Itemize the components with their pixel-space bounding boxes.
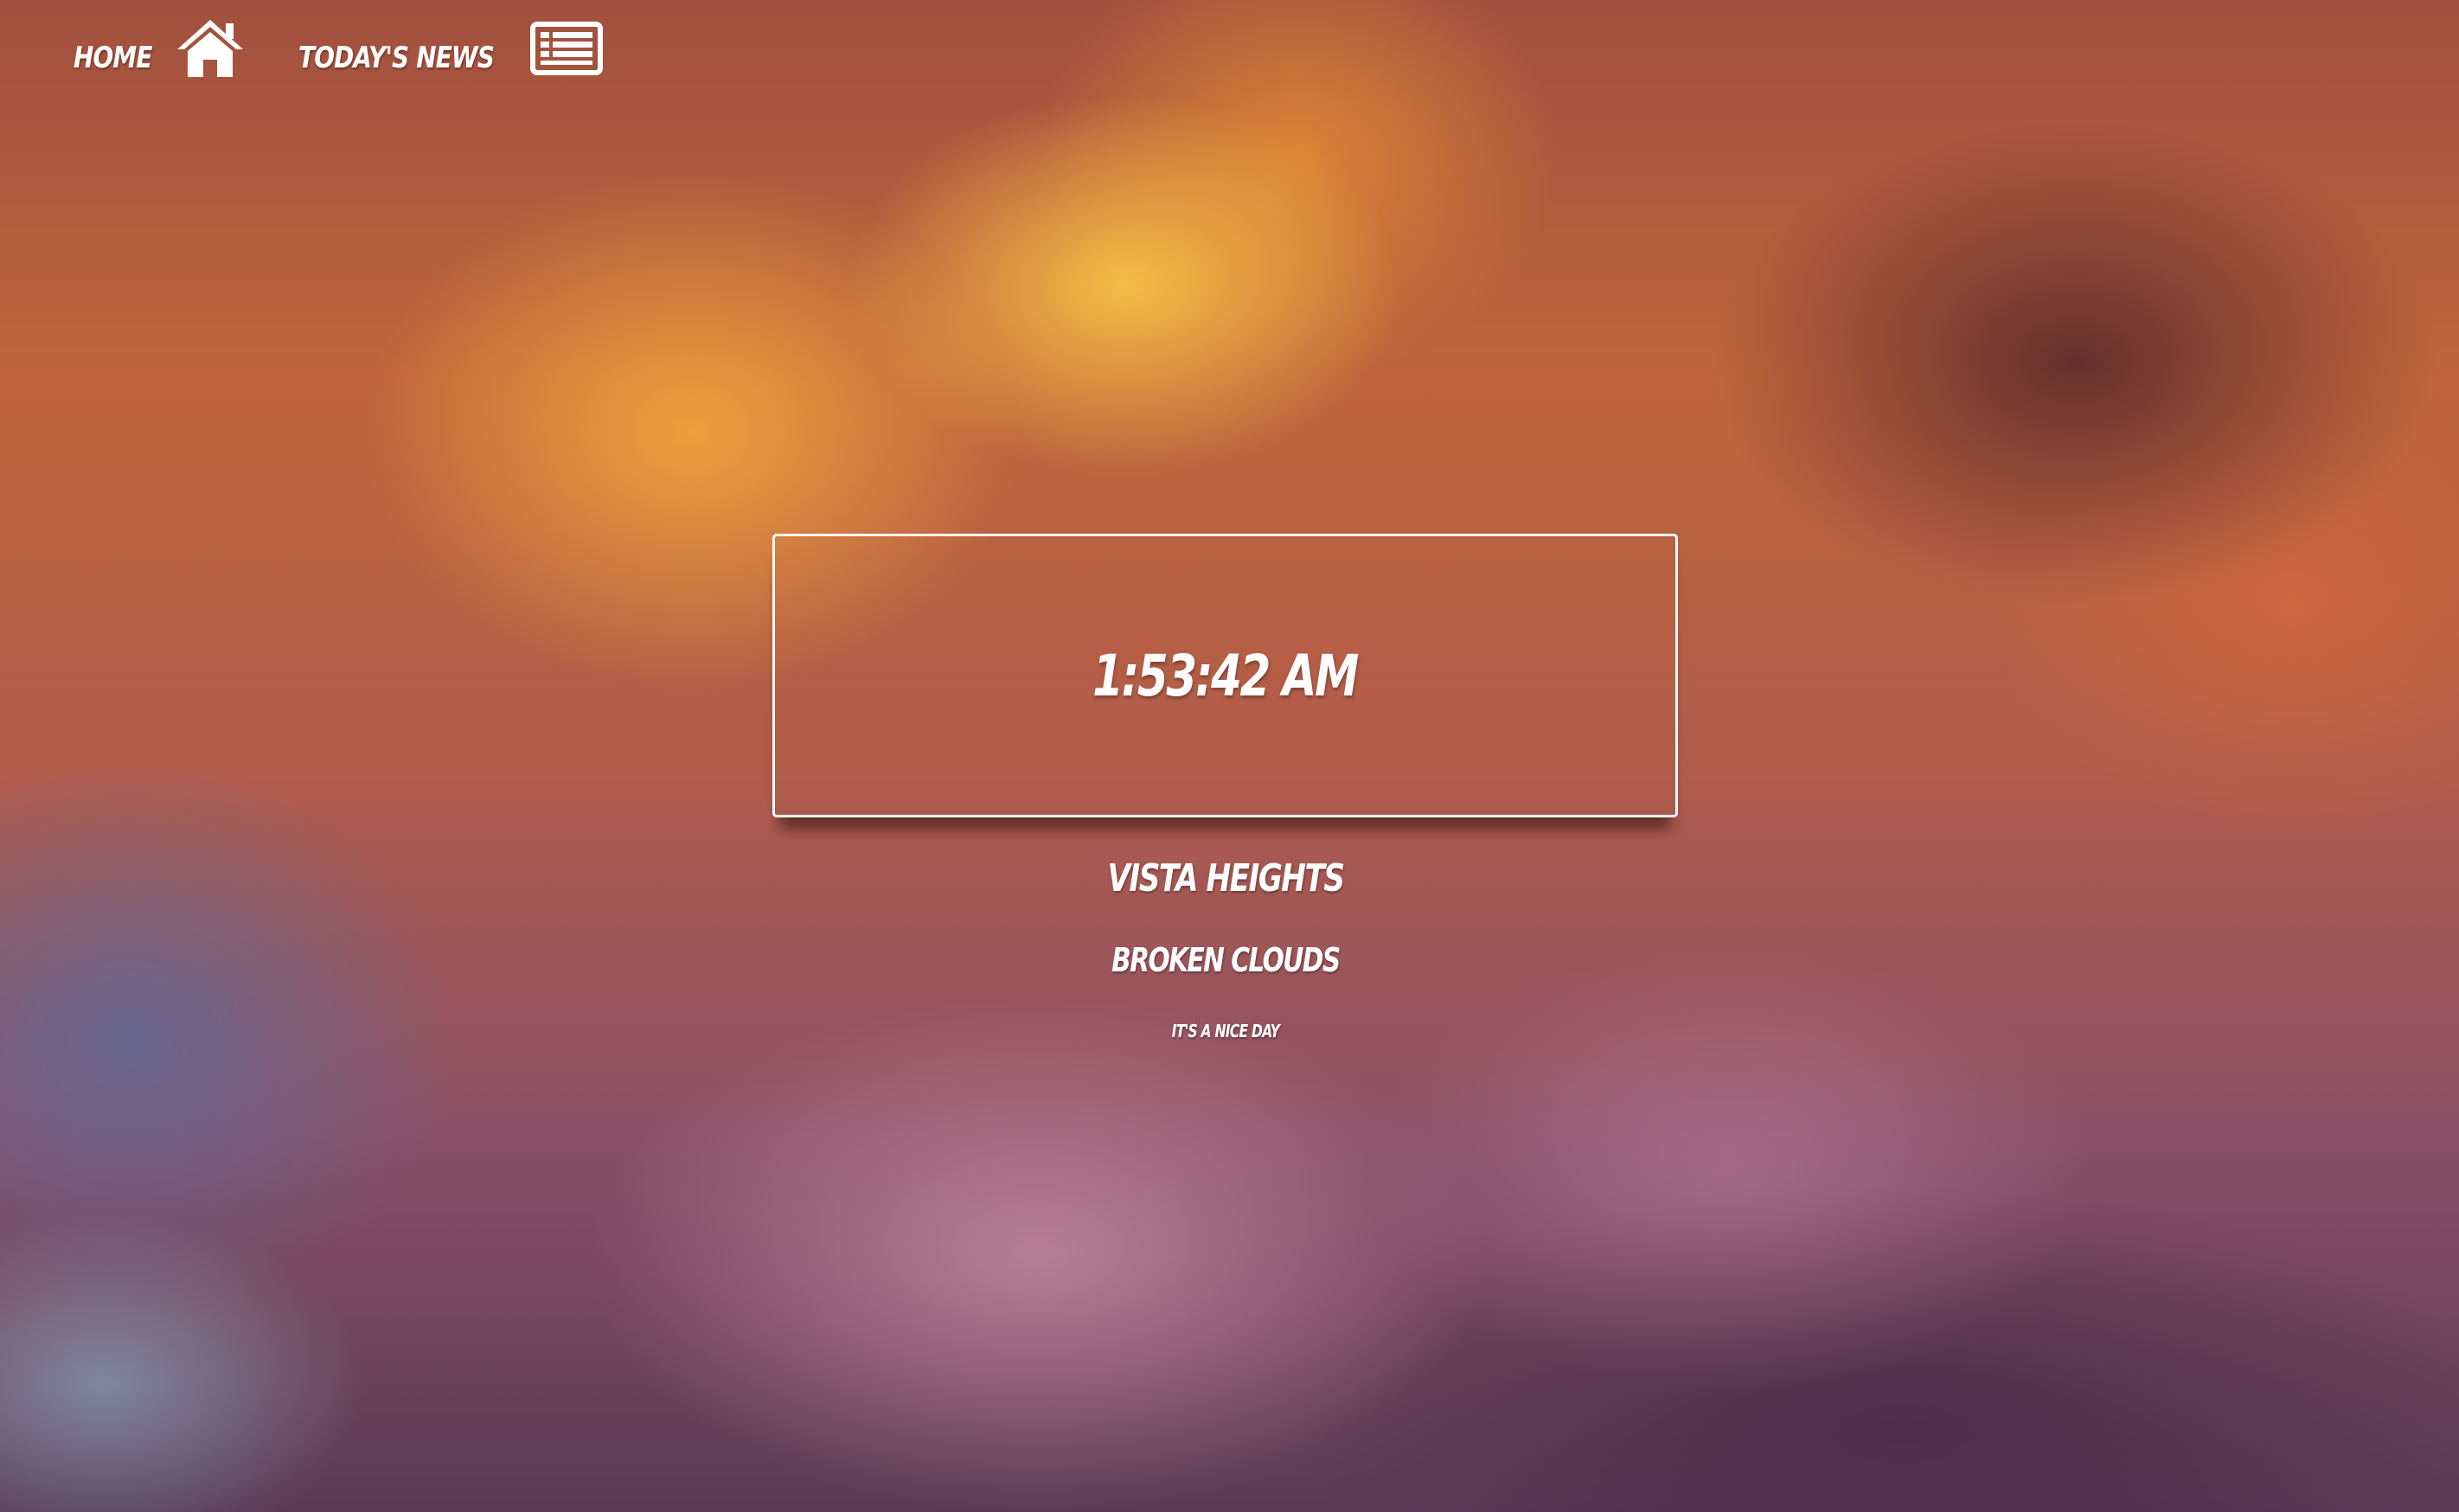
weather-condition: Broken Clouds bbox=[772, 941, 1678, 979]
weather-message: It's a nice day bbox=[772, 1021, 1678, 1041]
home-icon[interactable] bbox=[174, 18, 247, 82]
location-name: Vista Heights bbox=[772, 856, 1678, 900]
todays-news-link-label: Today's News bbox=[298, 41, 495, 75]
clock-panel: 1:53:42 AM bbox=[772, 534, 1678, 817]
location-text: Vista Heights bbox=[1106, 856, 1345, 900]
weather-message-text: It's a nice day bbox=[1171, 1021, 1279, 1041]
newspaper-icon[interactable] bbox=[530, 22, 604, 79]
home-link-label: Home bbox=[74, 41, 152, 75]
clock-time: 1:53:42 AM bbox=[1092, 642, 1360, 709]
weather-condition-text: Broken Clouds bbox=[1111, 941, 1341, 979]
home-link[interactable]: Home bbox=[74, 18, 247, 82]
top-navigation: Home Today's News bbox=[74, 16, 604, 85]
todays-news-link[interactable]: Today's News bbox=[298, 22, 604, 79]
